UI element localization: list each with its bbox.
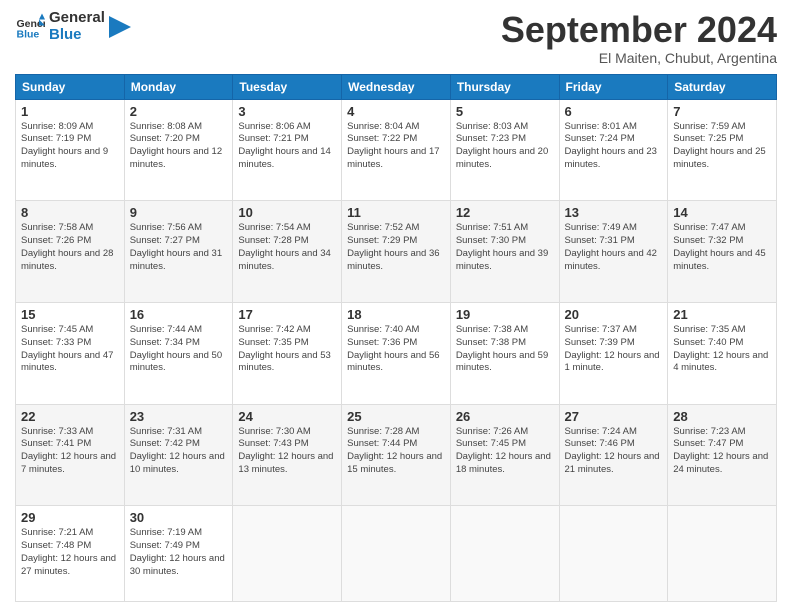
day-cell-20: 20 Sunrise: 7:37 AMSunset: 7:39 PMDaylig… [559, 302, 668, 404]
calendar-table: Sunday Monday Tuesday Wednesday Thursday… [15, 74, 777, 602]
table-row: 15 Sunrise: 7:45 AMSunset: 7:33 PMDaylig… [16, 302, 777, 404]
logo-blue: Blue [49, 27, 105, 44]
header: General Blue General Blue September 2024… [15, 10, 777, 66]
day-cell-12: 12 Sunrise: 7:51 AMSunset: 7:30 PMDaylig… [450, 201, 559, 303]
day-cell-4: 4 Sunrise: 8:04 AMSunset: 7:22 PMDayligh… [342, 99, 451, 201]
day-cell-3: 3 Sunrise: 8:06 AMSunset: 7:21 PMDayligh… [233, 99, 342, 201]
day-cell-19: 19 Sunrise: 7:38 AMSunset: 7:38 PMDaylig… [450, 302, 559, 404]
day-cell-10: 10 Sunrise: 7:54 AMSunset: 7:28 PMDaylig… [233, 201, 342, 303]
col-saturday: Saturday [668, 74, 777, 99]
day-cell-25: 25 Sunrise: 7:28 AMSunset: 7:44 PMDaylig… [342, 404, 451, 506]
day-cell-21: 21 Sunrise: 7:35 AMSunset: 7:40 PMDaylig… [668, 302, 777, 404]
day-cell-17: 17 Sunrise: 7:42 AMSunset: 7:35 PMDaylig… [233, 302, 342, 404]
day-cell-16: 16 Sunrise: 7:44 AMSunset: 7:34 PMDaylig… [124, 302, 233, 404]
table-row: 22 Sunrise: 7:33 AMSunset: 7:41 PMDaylig… [16, 404, 777, 506]
day-cell-29: 29 Sunrise: 7:21 AMSunset: 7:48 PMDaylig… [16, 506, 125, 602]
day-cell-23: 23 Sunrise: 7:31 AMSunset: 7:42 PMDaylig… [124, 404, 233, 506]
day-cell-14: 14 Sunrise: 7:47 AMSunset: 7:32 PMDaylig… [668, 201, 777, 303]
day-cell-26: 26 Sunrise: 7:26 AMSunset: 7:45 PMDaylig… [450, 404, 559, 506]
col-wednesday: Wednesday [342, 74, 451, 99]
logo-general: General [49, 10, 105, 27]
calendar-header-row: Sunday Monday Tuesday Wednesday Thursday… [16, 74, 777, 99]
table-row: 8 Sunrise: 7:58 AMSunset: 7:26 PMDayligh… [16, 201, 777, 303]
day-cell-15: 15 Sunrise: 7:45 AMSunset: 7:33 PMDaylig… [16, 302, 125, 404]
empty-cell [342, 506, 451, 602]
empty-cell [233, 506, 342, 602]
table-row: 1 Sunrise: 8:09 AMSunset: 7:19 PMDayligh… [16, 99, 777, 201]
day-cell-7: 7 Sunrise: 7:59 AMSunset: 7:25 PMDayligh… [668, 99, 777, 201]
day-cell-18: 18 Sunrise: 7:40 AMSunset: 7:36 PMDaylig… [342, 302, 451, 404]
col-tuesday: Tuesday [233, 74, 342, 99]
day-cell-24: 24 Sunrise: 7:30 AMSunset: 7:43 PMDaylig… [233, 404, 342, 506]
day-cell-1: 1 Sunrise: 8:09 AMSunset: 7:19 PMDayligh… [16, 99, 125, 201]
day-cell-11: 11 Sunrise: 7:52 AMSunset: 7:29 PMDaylig… [342, 201, 451, 303]
page: General Blue General Blue September 2024… [0, 0, 792, 612]
day-cell-27: 27 Sunrise: 7:24 AMSunset: 7:46 PMDaylig… [559, 404, 668, 506]
empty-cell [450, 506, 559, 602]
day-cell-30: 30 Sunrise: 7:19 AMSunset: 7:49 PMDaylig… [124, 506, 233, 602]
svg-text:Blue: Blue [17, 28, 40, 40]
table-row: 29 Sunrise: 7:21 AMSunset: 7:48 PMDaylig… [16, 506, 777, 602]
location-subtitle: El Maiten, Chubut, Argentina [501, 50, 777, 66]
col-monday: Monday [124, 74, 233, 99]
logo: General Blue General Blue [15, 10, 131, 43]
day-cell-13: 13 Sunrise: 7:49 AMSunset: 7:31 PMDaylig… [559, 201, 668, 303]
col-thursday: Thursday [450, 74, 559, 99]
day-cell-8: 8 Sunrise: 7:58 AMSunset: 7:26 PMDayligh… [16, 201, 125, 303]
col-friday: Friday [559, 74, 668, 99]
day-cell-22: 22 Sunrise: 7:33 AMSunset: 7:41 PMDaylig… [16, 404, 125, 506]
logo-arrow-icon [109, 16, 131, 38]
empty-cell [668, 506, 777, 602]
month-title: September 2024 [501, 10, 777, 50]
day-cell-9: 9 Sunrise: 7:56 AMSunset: 7:27 PMDayligh… [124, 201, 233, 303]
title-area: September 2024 El Maiten, Chubut, Argent… [501, 10, 777, 66]
day-cell-28: 28 Sunrise: 7:23 AMSunset: 7:47 PMDaylig… [668, 404, 777, 506]
day-cell-6: 6 Sunrise: 8:01 AMSunset: 7:24 PMDayligh… [559, 99, 668, 201]
empty-cell [559, 506, 668, 602]
day-cell-2: 2 Sunrise: 8:08 AMSunset: 7:20 PMDayligh… [124, 99, 233, 201]
logo-icon: General Blue [15, 12, 45, 42]
col-sunday: Sunday [16, 74, 125, 99]
day-cell-5: 5 Sunrise: 8:03 AMSunset: 7:23 PMDayligh… [450, 99, 559, 201]
